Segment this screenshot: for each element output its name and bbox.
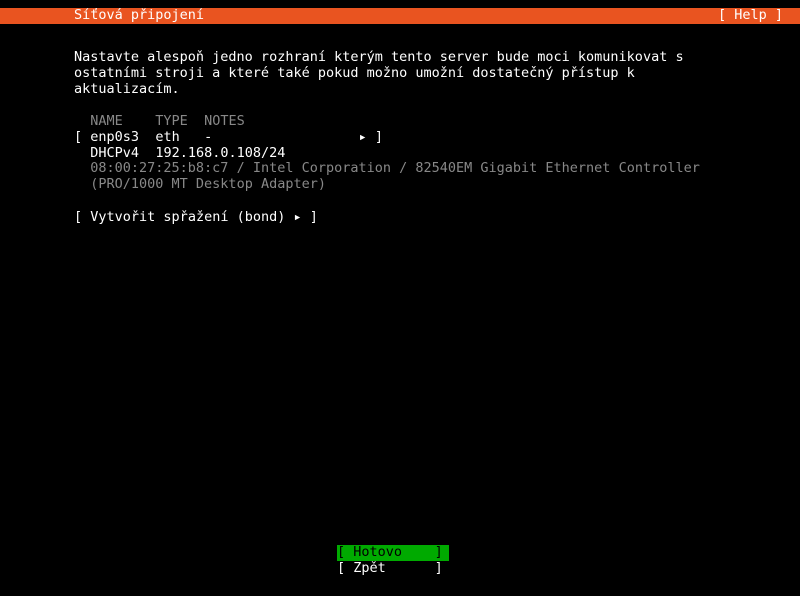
create-bond-button[interactable]: [ Vytvořit spřažení (bond) ▸ ] (74, 210, 318, 226)
interface-address-row: DHCPv4 192.168.0.108/24 (74, 145, 285, 161)
ip-method: DHCPv4 (90, 145, 139, 161)
iface-name: enp0s3 (90, 129, 139, 145)
col-header-notes: NOTES (204, 113, 245, 129)
interfaces-table: NAME TYPE NOTES [ enp0s3 eth - ▸ ] DHCPv… (74, 114, 700, 193)
col-header-name: NAME TYPE NOTES (74, 113, 245, 129)
interface-detail-line: (PRO/1000 MT Desktop Adapter) (74, 176, 326, 192)
create-bond-label: Vytvořit spřažení (bond) (90, 209, 285, 225)
chevron-right-icon: ▸ (294, 209, 302, 225)
back-label: Zpět (353, 560, 386, 576)
iface-notes: - (204, 129, 212, 145)
instruction-line: aktualizacím. (74, 81, 180, 97)
ip-address: 192.168.0.108/24 (155, 145, 285, 161)
chevron-right-icon: ▸ (359, 129, 367, 145)
instruction-line: Nastavte alespoň jedno rozhraní kterým t… (74, 49, 684, 65)
interface-row[interactable]: [ enp0s3 eth - ▸ ] (74, 129, 383, 145)
done-button[interactable]: [ Hotovo ] (337, 545, 449, 561)
iface-type: eth (155, 129, 179, 145)
interface-detail-line: 08:00:27:25:b8:c7 / Intel Corporation / … (74, 160, 700, 176)
col-header-type: TYPE (155, 113, 188, 129)
footer-buttons: [ Hotovo ][ Zpět ] (337, 545, 449, 577)
back-button[interactable]: [ Zpět ] (337, 561, 449, 577)
done-label: Hotovo (353, 544, 402, 560)
instruction-text: Nastavte alespoň jedno rozhraní kterým t… (74, 50, 684, 97)
page-title: Síťová připojení (74, 8, 204, 24)
header-bar: Síťová připojení [ Help ] (0, 8, 800, 24)
help-button[interactable]: [ Help ] (718, 8, 783, 24)
instruction-line: ostatními stroji a které také pokud možn… (74, 65, 635, 81)
